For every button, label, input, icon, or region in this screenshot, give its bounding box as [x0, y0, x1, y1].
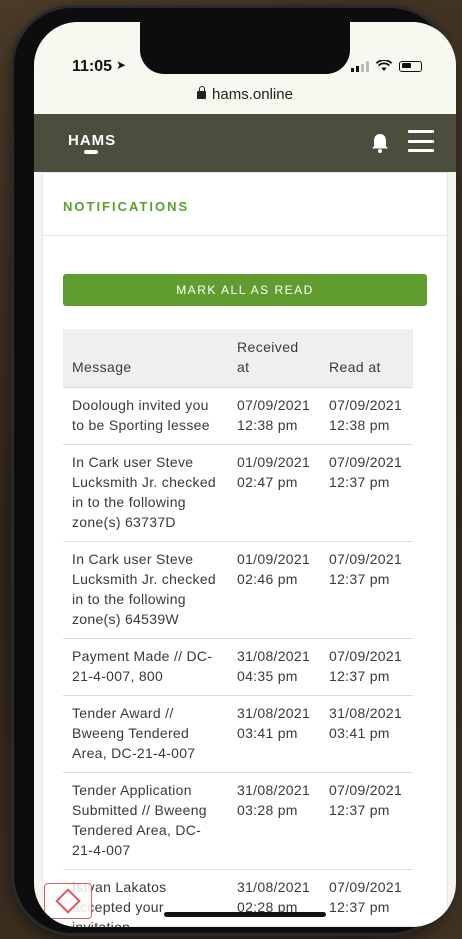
- location-arrow-icon: ➤: [116, 58, 127, 72]
- hams-logo[interactable]: HAMS: [68, 132, 116, 149]
- debug-toolbar-icon[interactable]: [44, 883, 92, 919]
- status-time: 11:05: [72, 58, 113, 75]
- cell-read: 07/09/2021 12:37 pm: [320, 638, 413, 696]
- phone-frame: 11:05 ➤ hams.online HAMS NOTIFICATIONS M…: [14, 8, 456, 933]
- cell-message: Tender Award // Bweeng Tendered Area, DC…: [63, 695, 228, 773]
- wifi-icon: [376, 60, 392, 71]
- lock-icon: [197, 86, 207, 99]
- cell-read: 07/09/2021 12:37 pm: [320, 444, 413, 542]
- table-row[interactable]: In Cark user Steve Lucksmith Jr. checked…: [63, 444, 413, 542]
- bell-icon[interactable]: [368, 132, 392, 154]
- column-header-received[interactable]: Received at: [228, 329, 320, 388]
- cell-read: 31/08/2021 03:41 pm: [320, 695, 413, 773]
- table-row[interactable]: Tender Award // Bweeng Tendered Area, DC…: [63, 695, 413, 773]
- column-header-read[interactable]: Read at: [320, 329, 413, 388]
- table-row[interactable]: Payment Made // DC-21-4-007, 800 31/08/2…: [63, 638, 413, 696]
- notifications-panel: NOTIFICATIONS MARK ALL AS READ Message R…: [42, 172, 448, 927]
- cell-read: 07/09/2021 12:38 pm: [320, 387, 413, 445]
- app-navbar: HAMS: [34, 114, 456, 172]
- hamburger-menu-icon[interactable]: [408, 130, 434, 152]
- status-icons: [351, 60, 422, 72]
- cell-received: 31/08/2021 02:28 pm: [228, 869, 320, 927]
- heading-divider: [43, 235, 447, 236]
- cell-message: Payment Made // DC-21-4-007, 800: [63, 638, 228, 696]
- url-bar[interactable]: hams.online: [34, 82, 456, 114]
- cell-message: In Cark user Steve Lucksmith Jr. checked…: [63, 541, 228, 639]
- page-title: NOTIFICATIONS: [63, 199, 190, 214]
- cell-message: Tender Application Submitted // Bweeng T…: [63, 772, 228, 870]
- signal-icon: [351, 60, 369, 72]
- table-row[interactable]: In Cark user Steve Lucksmith Jr. checked…: [63, 541, 413, 639]
- notifications-table: Message Received at Read at Doolough inv…: [63, 329, 413, 927]
- cell-received: 31/08/2021 03:41 pm: [228, 695, 320, 773]
- cell-received: 07/09/2021 12:38 pm: [228, 387, 320, 445]
- cell-read: 07/09/2021 12:37 pm: [320, 541, 413, 639]
- cell-message: In Cark user Steve Lucksmith Jr. checked…: [63, 444, 228, 542]
- column-header-message[interactable]: Message: [63, 329, 228, 388]
- table-row[interactable]: Doolough invited you to be Sporting less…: [63, 387, 413, 445]
- cell-received: 31/08/2021 03:28 pm: [228, 772, 320, 870]
- table-header-row: Message Received at Read at: [63, 329, 413, 388]
- table-row[interactable]: Istvan Lakatos accepted your invitation …: [63, 869, 413, 927]
- url-text: hams.online: [212, 86, 293, 103]
- notch: [140, 22, 350, 74]
- table-row[interactable]: Tender Application Submitted // Bweeng T…: [63, 772, 413, 870]
- logo-mark: [84, 150, 98, 154]
- cell-received: 01/09/2021 02:46 pm: [228, 541, 320, 639]
- cell-read: 07/09/2021 12:37 pm: [320, 869, 413, 927]
- battery-icon: [399, 60, 422, 72]
- cell-message: Doolough invited you to be Sporting less…: [63, 387, 228, 445]
- cell-read: 07/09/2021 12:37 pm: [320, 772, 413, 870]
- cell-received: 01/09/2021 02:47 pm: [228, 444, 320, 542]
- phone-screen: 11:05 ➤ hams.online HAMS NOTIFICATIONS M…: [34, 22, 456, 927]
- mark-all-read-button[interactable]: MARK ALL AS READ: [63, 274, 427, 306]
- home-indicator: [164, 912, 326, 917]
- cell-received: 31/08/2021 04:35 pm: [228, 638, 320, 696]
